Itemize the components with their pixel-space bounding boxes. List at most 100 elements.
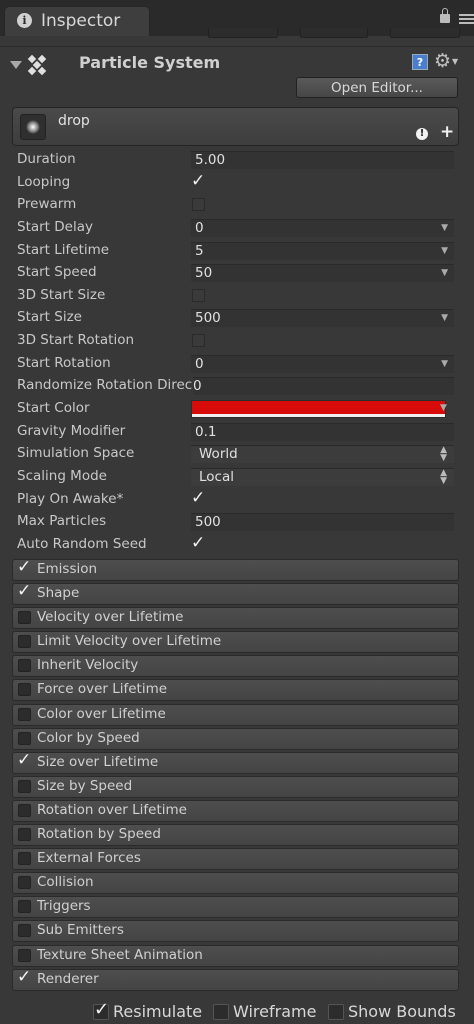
module-enable-checkbox[interactable] [18, 779, 31, 793]
particle-system-drop-panel[interactable]: drop ! + [12, 107, 459, 146]
property-label: Start Speed [17, 264, 97, 281]
module-label: Shape [37, 585, 80, 602]
property-label: Play On Awake* [17, 490, 124, 507]
module-rotation-by-speed[interactable]: Rotation by Speed [12, 824, 459, 847]
add-particle-system-icon[interactable]: + [440, 122, 454, 142]
curve-mode-dropdown-icon[interactable]: ▼ [441, 268, 448, 278]
play-on-awake-checkbox[interactable] [191, 488, 205, 508]
module-enable-checkbox[interactable] [17, 750, 31, 770]
module-collision[interactable]: Collision [12, 872, 459, 895]
module-enable-checkbox[interactable] [18, 731, 31, 745]
start-color-swatch[interactable] [191, 400, 446, 419]
3d-start-rotation-checkbox[interactable] [192, 334, 205, 348]
warning-icon[interactable]: ! [416, 128, 428, 140]
tab-menu-icon[interactable] [459, 14, 474, 26]
module-label: Size over Lifetime [37, 753, 159, 770]
module-enable-checkbox[interactable] [18, 635, 31, 649]
module-velocity-over-lifetime[interactable]: Velocity over Lifetime [12, 607, 459, 630]
start-size-field[interactable]: 500 ▼ [191, 309, 454, 328]
duration-field[interactable]: 5.00 [191, 151, 454, 169]
foldout-arrow-icon[interactable] [10, 61, 22, 69]
module-label: Size by Speed [37, 777, 133, 794]
module-enable-checkbox[interactable] [18, 852, 31, 866]
module-emission[interactable]: Emission [12, 557, 459, 581]
curve-mode-dropdown-icon[interactable]: ▼ [441, 313, 448, 323]
property-row-looping: Looping [14, 171, 456, 195]
looping-checkbox[interactable] [191, 171, 205, 191]
module-shape[interactable]: Shape [12, 581, 459, 606]
module-triggers[interactable]: Triggers [12, 896, 459, 919]
module-enable-checkbox[interactable] [18, 611, 31, 625]
show-bounds-checkbox[interactable] [328, 1004, 344, 1020]
module-enable-checkbox[interactable] [18, 803, 31, 817]
module-enable-checkbox[interactable] [18, 924, 31, 938]
randomize-rotation-field[interactable]: 0 [193, 377, 454, 396]
wireframe-label: Wireframe [233, 1002, 317, 1021]
module-enable-checkbox[interactable] [18, 707, 31, 721]
module-texture-sheet-animation[interactable]: Texture Sheet Animation [12, 944, 459, 967]
module-enable-checkbox[interactable] [18, 683, 31, 697]
module-label: Color over Lifetime [37, 705, 166, 722]
module-size-over-lifetime[interactable]: Size over Lifetime [12, 750, 459, 774]
gear-icon[interactable]: ⚙ [434, 50, 451, 72]
property-label: Auto Random Seed [17, 535, 147, 552]
property-label: Gravity Modifier [17, 422, 126, 439]
curve-mode-dropdown-icon[interactable]: ▼ [441, 359, 448, 369]
module-limit-velocity-over-lifetime[interactable]: Limit Velocity over Lifetime [12, 631, 459, 654]
open-editor-button[interactable]: Open Editor... [296, 77, 458, 98]
module-enable-checkbox[interactable] [18, 900, 31, 914]
prewarm-checkbox[interactable] [192, 198, 205, 212]
lock-icon[interactable] [440, 8, 450, 23]
gravity-modifier-field[interactable]: 0.1 [191, 422, 454, 441]
module-external-forces[interactable]: External Forces [12, 848, 459, 871]
scene-view-options-bar: Resimulate Wireframe Show Bounds [0, 996, 474, 1024]
module-label: Limit Velocity over Lifetime [37, 633, 222, 650]
module-label: Emission [37, 561, 98, 577]
property-label: Start Color [17, 400, 90, 417]
auto-random-seed-checkbox[interactable] [191, 533, 205, 553]
module-enable-checkbox[interactable] [18, 659, 31, 673]
module-rotation-over-lifetime[interactable]: Rotation over Lifetime [12, 799, 459, 822]
3d-start-size-checkbox[interactable] [192, 288, 205, 302]
simulation-space-dropdown[interactable]: World ▲ ▼ [191, 445, 454, 464]
start-delay-field[interactable]: 0 ▼ [191, 218, 454, 237]
wireframe-checkbox[interactable] [213, 1004, 229, 1020]
property-row-prewarm: Prewarm [14, 194, 456, 217]
module-enable-checkbox[interactable] [17, 557, 31, 577]
module-color-over-lifetime[interactable]: Color over Lifetime [12, 703, 459, 726]
help-book-icon[interactable]: ? [412, 54, 428, 70]
module-sub-emitters[interactable]: Sub Emitters [12, 920, 459, 943]
module-inherit-velocity[interactable]: Inherit Velocity [12, 655, 459, 678]
scaling-mode-dropdown[interactable]: Local ▲ ▼ [191, 467, 454, 486]
start-lifetime-field[interactable]: 5 ▼ [191, 241, 454, 260]
module-color-by-speed[interactable]: Color by Speed [12, 727, 459, 750]
module-enable-checkbox[interactable] [17, 967, 31, 987]
property-row-auto-random-seed: Auto Random Seed [14, 533, 456, 557]
module-label: Force over Lifetime [37, 681, 168, 698]
module-enable-checkbox[interactable] [17, 581, 31, 601]
module-enable-checkbox[interactable] [18, 876, 31, 890]
module-force-over-lifetime[interactable]: Force over Lifetime [12, 679, 459, 702]
color-mode-dropdown-icon[interactable]: ▼ [440, 403, 447, 413]
module-label: Collision [37, 874, 94, 891]
curve-mode-dropdown-icon[interactable]: ▼ [441, 223, 448, 233]
show-bounds-label: Show Bounds [348, 1002, 456, 1021]
property-row-duration: Duration 5.00 [14, 149, 456, 172]
module-renderer[interactable]: Renderer [12, 967, 459, 991]
property-row-randomize-rotation: Randomize Rotation Direc 0 [14, 375, 456, 398]
module-label: Color by Speed [37, 729, 140, 746]
module-size-by-speed[interactable]: Size by Speed [12, 775, 459, 798]
start-speed-field[interactable]: 50 ▼ [191, 264, 454, 283]
max-particles-field[interactable]: 500 [191, 513, 454, 532]
module-enable-checkbox[interactable] [18, 948, 31, 962]
particle-system-icon [27, 54, 49, 76]
resimulate-checkbox[interactable] [93, 999, 109, 1020]
module-label: Texture Sheet Animation [37, 946, 203, 963]
property-label: Simulation Space [17, 445, 135, 462]
property-label: Start Rotation [17, 354, 111, 371]
module-list: Emission Shape Velocity over Lifetime Li… [12, 557, 459, 993]
particle-preview-thumbnail [20, 114, 46, 140]
module-enable-checkbox[interactable] [18, 828, 31, 842]
curve-mode-dropdown-icon[interactable]: ▼ [441, 246, 448, 256]
start-rotation-field[interactable]: 0 ▼ [191, 354, 454, 373]
